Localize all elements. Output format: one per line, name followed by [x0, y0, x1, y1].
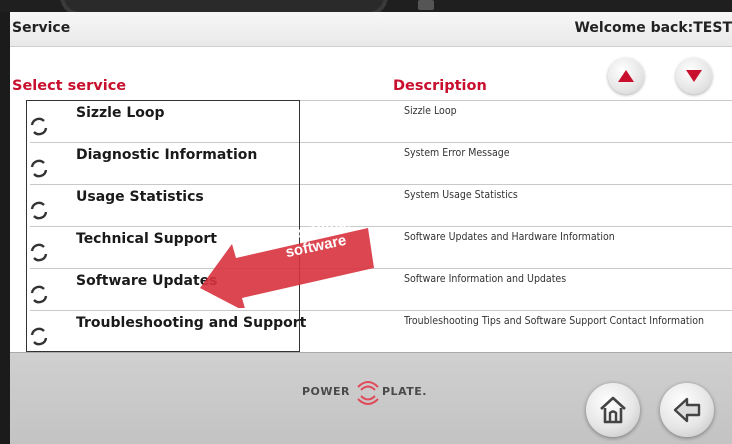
service-description: System Error Message	[404, 147, 510, 159]
header-bar: Service Welcome back:TEST	[10, 12, 732, 47]
triangle-up-icon	[618, 70, 634, 82]
scroll-down-button[interactable]	[676, 58, 712, 94]
triangle-down-icon	[686, 70, 702, 82]
scroll-up-button[interactable]	[608, 58, 644, 94]
service-description: Troubleshooting Tips and Software Suppor…	[404, 315, 704, 327]
app-frame: Service Welcome back:TEST Select service…	[0, 0, 732, 444]
select-service-header: Select service	[12, 78, 127, 94]
welcome-text: Welcome back:TEST	[574, 20, 732, 36]
top-strip	[0, 0, 732, 16]
description-header: Description	[393, 78, 487, 94]
service-description: System Usage Statistics	[404, 189, 518, 201]
back-button[interactable]	[660, 383, 714, 437]
home-icon	[600, 396, 626, 424]
top-indicator	[418, 0, 434, 10]
page-title: Service	[12, 20, 71, 36]
service-description: Software Information and Updates	[404, 273, 567, 285]
service-description: Sizzle Loop	[404, 105, 457, 117]
service-description: Software Updates and Hardware Informatio…	[404, 231, 615, 243]
home-button[interactable]	[586, 383, 640, 437]
logo-word-plate: PLATE.	[382, 385, 427, 398]
logo-signal-icon	[357, 381, 379, 405]
footer-bar: POWER PLATE.	[10, 352, 732, 444]
power-plate-logo: POWER PLATE.	[302, 371, 492, 415]
back-arrow-icon	[673, 397, 701, 423]
logo-word-power: POWER	[302, 385, 351, 398]
